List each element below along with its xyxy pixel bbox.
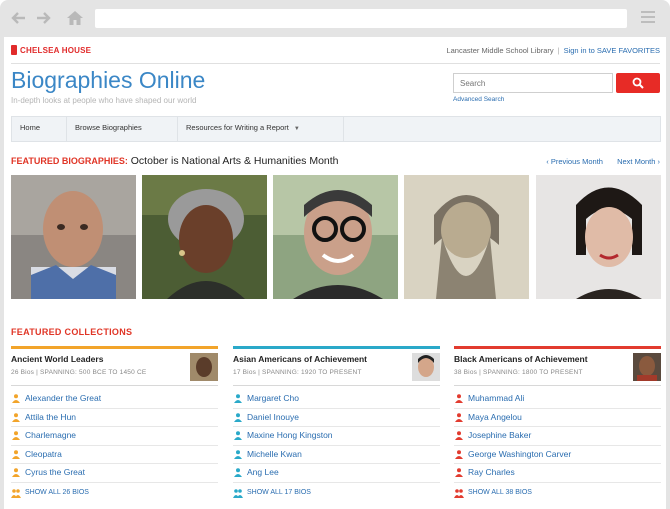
collection-subtitle: 17 Bios | SPANNING: 1920 TO PRESENT xyxy=(233,369,362,376)
bio-link[interactable]: Michelle Kwan xyxy=(233,446,440,464)
month-nav: ‹ Previous Month Next Month › xyxy=(534,157,660,166)
person-icon xyxy=(12,412,20,422)
search-input[interactable] xyxy=(453,73,613,93)
bio-link[interactable]: Daniel Inouye xyxy=(233,409,440,427)
bio-list: Muhammad Ali Maya Angelou Josephine Bake… xyxy=(454,390,661,483)
collection-title[interactable]: Black Americans of Achievement xyxy=(454,354,588,364)
book-icon xyxy=(11,45,17,55)
bio-link[interactable]: Ang Lee xyxy=(233,464,440,483)
collection-thumbnail[interactable] xyxy=(190,353,218,381)
advanced-search-link[interactable]: Advanced Search xyxy=(453,96,504,103)
forward-arrow-icon[interactable] xyxy=(34,9,52,27)
header-divider xyxy=(11,63,660,64)
bio-link[interactable]: Margaret Cho xyxy=(233,390,440,409)
page-content: CHELSEA HOUSE Lancaster Middle School Li… xyxy=(4,37,666,509)
person-icon xyxy=(234,449,242,459)
featured-photo[interactable] xyxy=(273,175,398,299)
bio-link[interactable]: George Washington Carver xyxy=(454,446,661,464)
bio-link[interactable]: Ray Charles xyxy=(454,464,661,483)
show-all-link[interactable]: SHOW ALL 38 BIOS xyxy=(454,489,532,498)
bio-link[interactable]: Josephine Baker xyxy=(454,427,661,446)
brand-name: CHELSEA HOUSE xyxy=(20,45,92,55)
featured-photo[interactable] xyxy=(536,175,661,299)
collection-subtitle: 26 Bios | SPANNING: 500 BCE TO 1450 CE xyxy=(11,369,147,376)
collection-card: Asian Americans of Achievement 17 Bios |… xyxy=(233,346,440,508)
site-title[interactable]: Biographies Online xyxy=(11,67,205,94)
people-icon xyxy=(454,489,464,498)
bio-list: Margaret Cho Daniel Inouye Maxine Hong K… xyxy=(233,390,440,483)
person-icon xyxy=(455,431,463,440)
featured-theme: October is National Arts & Humanities Mo… xyxy=(130,155,339,167)
bio-link[interactable]: Maxine Hong Kingston xyxy=(233,427,440,446)
collection-color-bar xyxy=(233,346,440,349)
collection-title[interactable]: Ancient World Leaders xyxy=(11,354,103,364)
collection-thumbnail[interactable] xyxy=(633,353,661,381)
bio-link[interactable]: Muhammad Ali xyxy=(454,390,661,409)
person-icon xyxy=(12,449,20,459)
bio-link[interactable]: Alexander the Great xyxy=(11,390,218,409)
bio-link[interactable]: Attila the Hun xyxy=(11,409,218,427)
person-icon xyxy=(234,412,242,422)
featured-photo[interactable] xyxy=(142,175,267,299)
menu-icon[interactable] xyxy=(641,11,655,23)
collection-card: Ancient World Leaders 26 Bios | SPANNING… xyxy=(11,346,218,508)
collection-card: Black Americans of Achievement 38 Bios |… xyxy=(454,346,661,508)
featured-photo[interactable] xyxy=(404,175,529,299)
browser-toolbar xyxy=(0,0,670,37)
signin-link[interactable]: Sign in to SAVE FAVORITES xyxy=(564,46,660,55)
top-links: Lancaster Middle School Library | Sign in … xyxy=(446,46,660,55)
bio-link[interactable]: Cyrus the Great xyxy=(11,464,218,483)
show-all-link[interactable]: SHOW ALL 17 BIOS xyxy=(233,489,311,498)
person-icon xyxy=(234,468,242,477)
collection-title[interactable]: Asian Americans of Achievement xyxy=(233,354,367,364)
person-icon xyxy=(12,468,20,477)
bio-link[interactable]: Cleopatra xyxy=(11,446,218,464)
person-icon xyxy=(455,412,463,422)
caret-down-icon: ▼ xyxy=(293,126,300,132)
featured-label: FEATURED BIOGRAPHIES: xyxy=(11,156,128,166)
featured-photo[interactable] xyxy=(11,175,136,299)
person-icon xyxy=(234,394,242,403)
next-month-link[interactable]: Next Month › xyxy=(617,157,660,166)
nav-browse-biographies[interactable]: Browse Biographies xyxy=(67,117,178,141)
featured-biographies-heading: FEATURED BIOGRAPHIES: October is Nationa… xyxy=(11,155,339,167)
people-icon xyxy=(11,489,21,498)
nav-home[interactable]: Home xyxy=(12,117,67,141)
collection-divider xyxy=(233,385,440,386)
bio-link[interactable]: Maya Angelou xyxy=(454,409,661,427)
collection-divider xyxy=(454,385,661,386)
bio-link[interactable]: Charlemagne xyxy=(11,427,218,446)
collection-divider xyxy=(11,385,218,386)
featured-photos xyxy=(11,175,661,299)
collection-subtitle: 38 Bios | SPANNING: 1800 TO PRESENT xyxy=(454,369,583,376)
person-icon xyxy=(455,468,463,477)
search-button[interactable] xyxy=(616,73,660,93)
browser-window: CHELSEA HOUSE Lancaster Middle School Li… xyxy=(0,0,670,509)
brand-logo[interactable]: CHELSEA HOUSE xyxy=(11,45,91,55)
back-arrow-icon[interactable] xyxy=(10,9,28,27)
collection-color-bar xyxy=(11,346,218,349)
person-icon xyxy=(12,394,20,403)
people-icon xyxy=(233,489,243,498)
home-icon[interactable] xyxy=(66,9,84,27)
person-icon xyxy=(455,449,463,459)
person-icon xyxy=(234,431,242,440)
collection-color-bar xyxy=(454,346,661,349)
site-tagline: In-depth looks at people who have shaped… xyxy=(11,96,197,105)
collection-thumbnail[interactable] xyxy=(412,353,440,381)
search-icon xyxy=(632,77,644,89)
person-icon xyxy=(12,431,20,440)
library-name: Lancaster Middle School Library xyxy=(446,46,554,55)
address-bar[interactable] xyxy=(95,9,627,28)
main-nav: Home Browse Biographies Resources for Wr… xyxy=(11,116,661,142)
bio-list: Alexander the Great Attila the Hun Charl… xyxy=(11,390,218,483)
featured-collections-heading: FEATURED COLLECTIONS xyxy=(11,327,133,337)
show-all-link[interactable]: SHOW ALL 26 BIOS xyxy=(11,489,89,498)
person-icon xyxy=(455,394,463,403)
previous-month-link[interactable]: ‹ Previous Month xyxy=(546,157,603,166)
nav-resources-dropdown[interactable]: Resources for Writing a Report ▼ xyxy=(178,117,344,141)
